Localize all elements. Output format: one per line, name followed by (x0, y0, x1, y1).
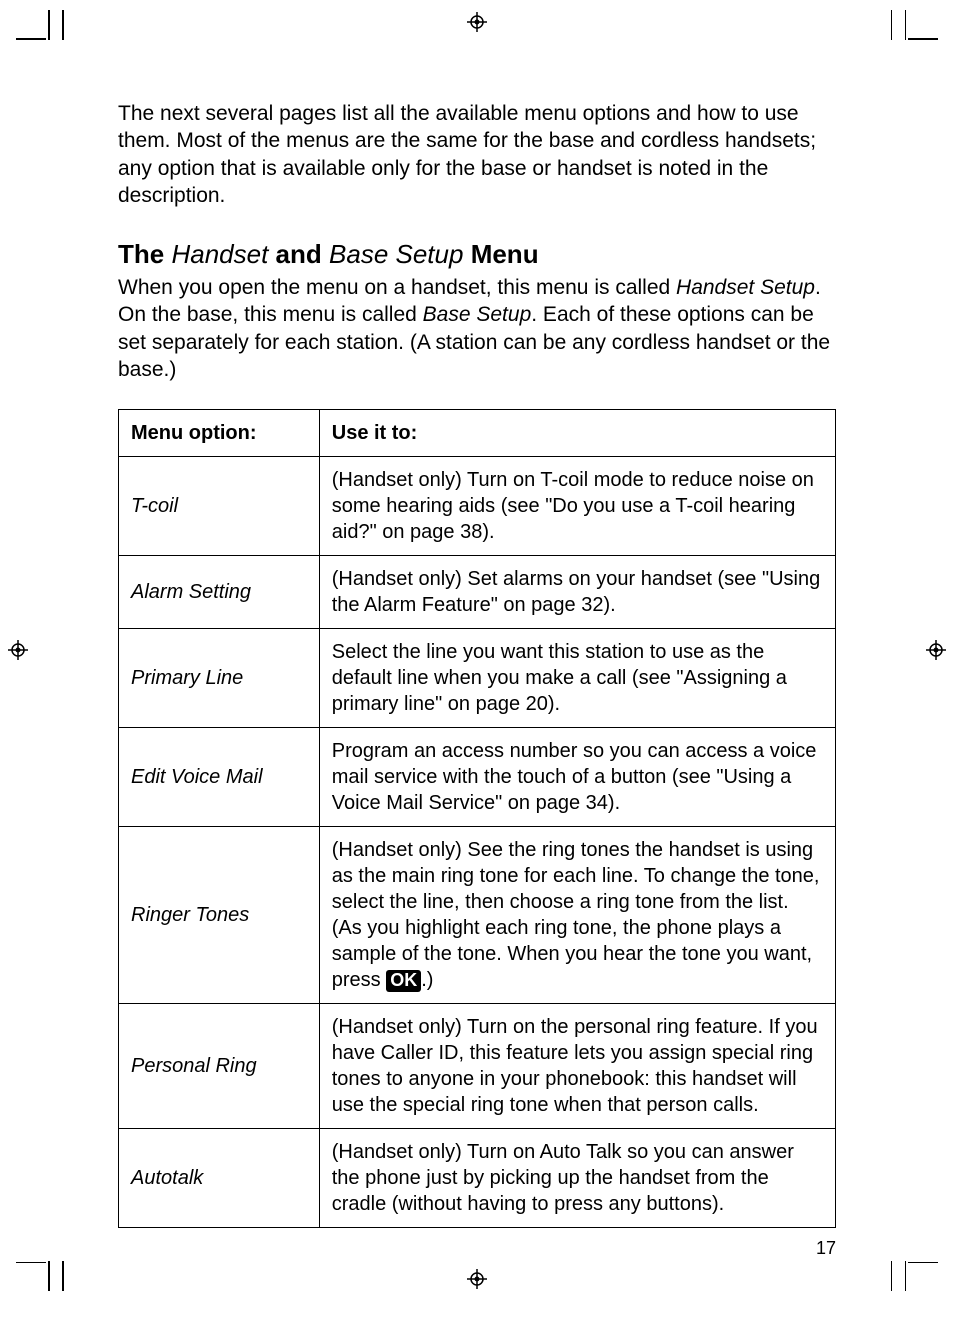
use-cell: Program an access number so you can acce… (319, 728, 835, 827)
ok-button-badge: OK (386, 970, 421, 992)
use-cell-post: .) (421, 969, 433, 991)
table-row: Autotalk (Handset only) Turn on Auto Tal… (119, 1129, 836, 1228)
option-cell: Autotalk (119, 1129, 320, 1228)
option-cell: Primary Line (119, 629, 320, 728)
menu-options-table: Menu option: Use it to: T-coil (Handset … (118, 409, 836, 1228)
use-cell: (Handset only) See the ring tones the ha… (319, 827, 835, 1004)
table-row: Edit Voice Mail Program an access number… (119, 728, 836, 827)
table-header-row: Menu option: Use it to: (119, 410, 836, 457)
intro-paragraph: The next several pages list all the avai… (118, 100, 836, 209)
heading-ital1: Handset (171, 239, 268, 269)
use-cell: (Handset only) Turn on the personal ring… (319, 1004, 835, 1129)
table-row: Primary Line Select the line you want th… (119, 629, 836, 728)
page-number: 17 (118, 1238, 836, 1259)
table-row: Ringer Tones (Handset only) See the ring… (119, 827, 836, 1004)
sub-part1: When you open the menu on a handset, thi… (118, 276, 676, 299)
table-row: Personal Ring (Handset only) Turn on the… (119, 1004, 836, 1129)
table-row: T-coil (Handset only) Turn on T-coil mod… (119, 457, 836, 556)
option-cell: Personal Ring (119, 1004, 320, 1129)
use-cell-pre: (Handset only) See the ring tones the ha… (332, 839, 820, 991)
heading-post: Menu (471, 239, 539, 269)
sub-ital2: Base Setup (423, 303, 532, 326)
heading-pre: The (118, 239, 164, 269)
section-description: When you open the menu on a handset, thi… (118, 274, 836, 383)
heading-mid: and (276, 239, 322, 269)
header-menu-option: Menu option: (119, 410, 320, 457)
table-row: Alarm Setting (Handset only) Set alarms … (119, 556, 836, 629)
option-cell: T-coil (119, 457, 320, 556)
option-cell: Ringer Tones (119, 827, 320, 1004)
use-cell: (Handset only) Set alarms on your handse… (319, 556, 835, 629)
heading-ital2: Base Setup (329, 239, 463, 269)
option-cell: Edit Voice Mail (119, 728, 320, 827)
option-cell: Alarm Setting (119, 556, 320, 629)
use-cell: (Handset only) Turn on T-coil mode to re… (319, 457, 835, 556)
use-cell: (Handset only) Turn on Auto Talk so you … (319, 1129, 835, 1228)
section-heading: The Handset and Base Setup Menu (118, 239, 836, 270)
header-use-it-to: Use it to: (319, 410, 835, 457)
use-cell: Select the line you want this station to… (319, 629, 835, 728)
sub-ital1: Handset Setup (676, 276, 815, 299)
